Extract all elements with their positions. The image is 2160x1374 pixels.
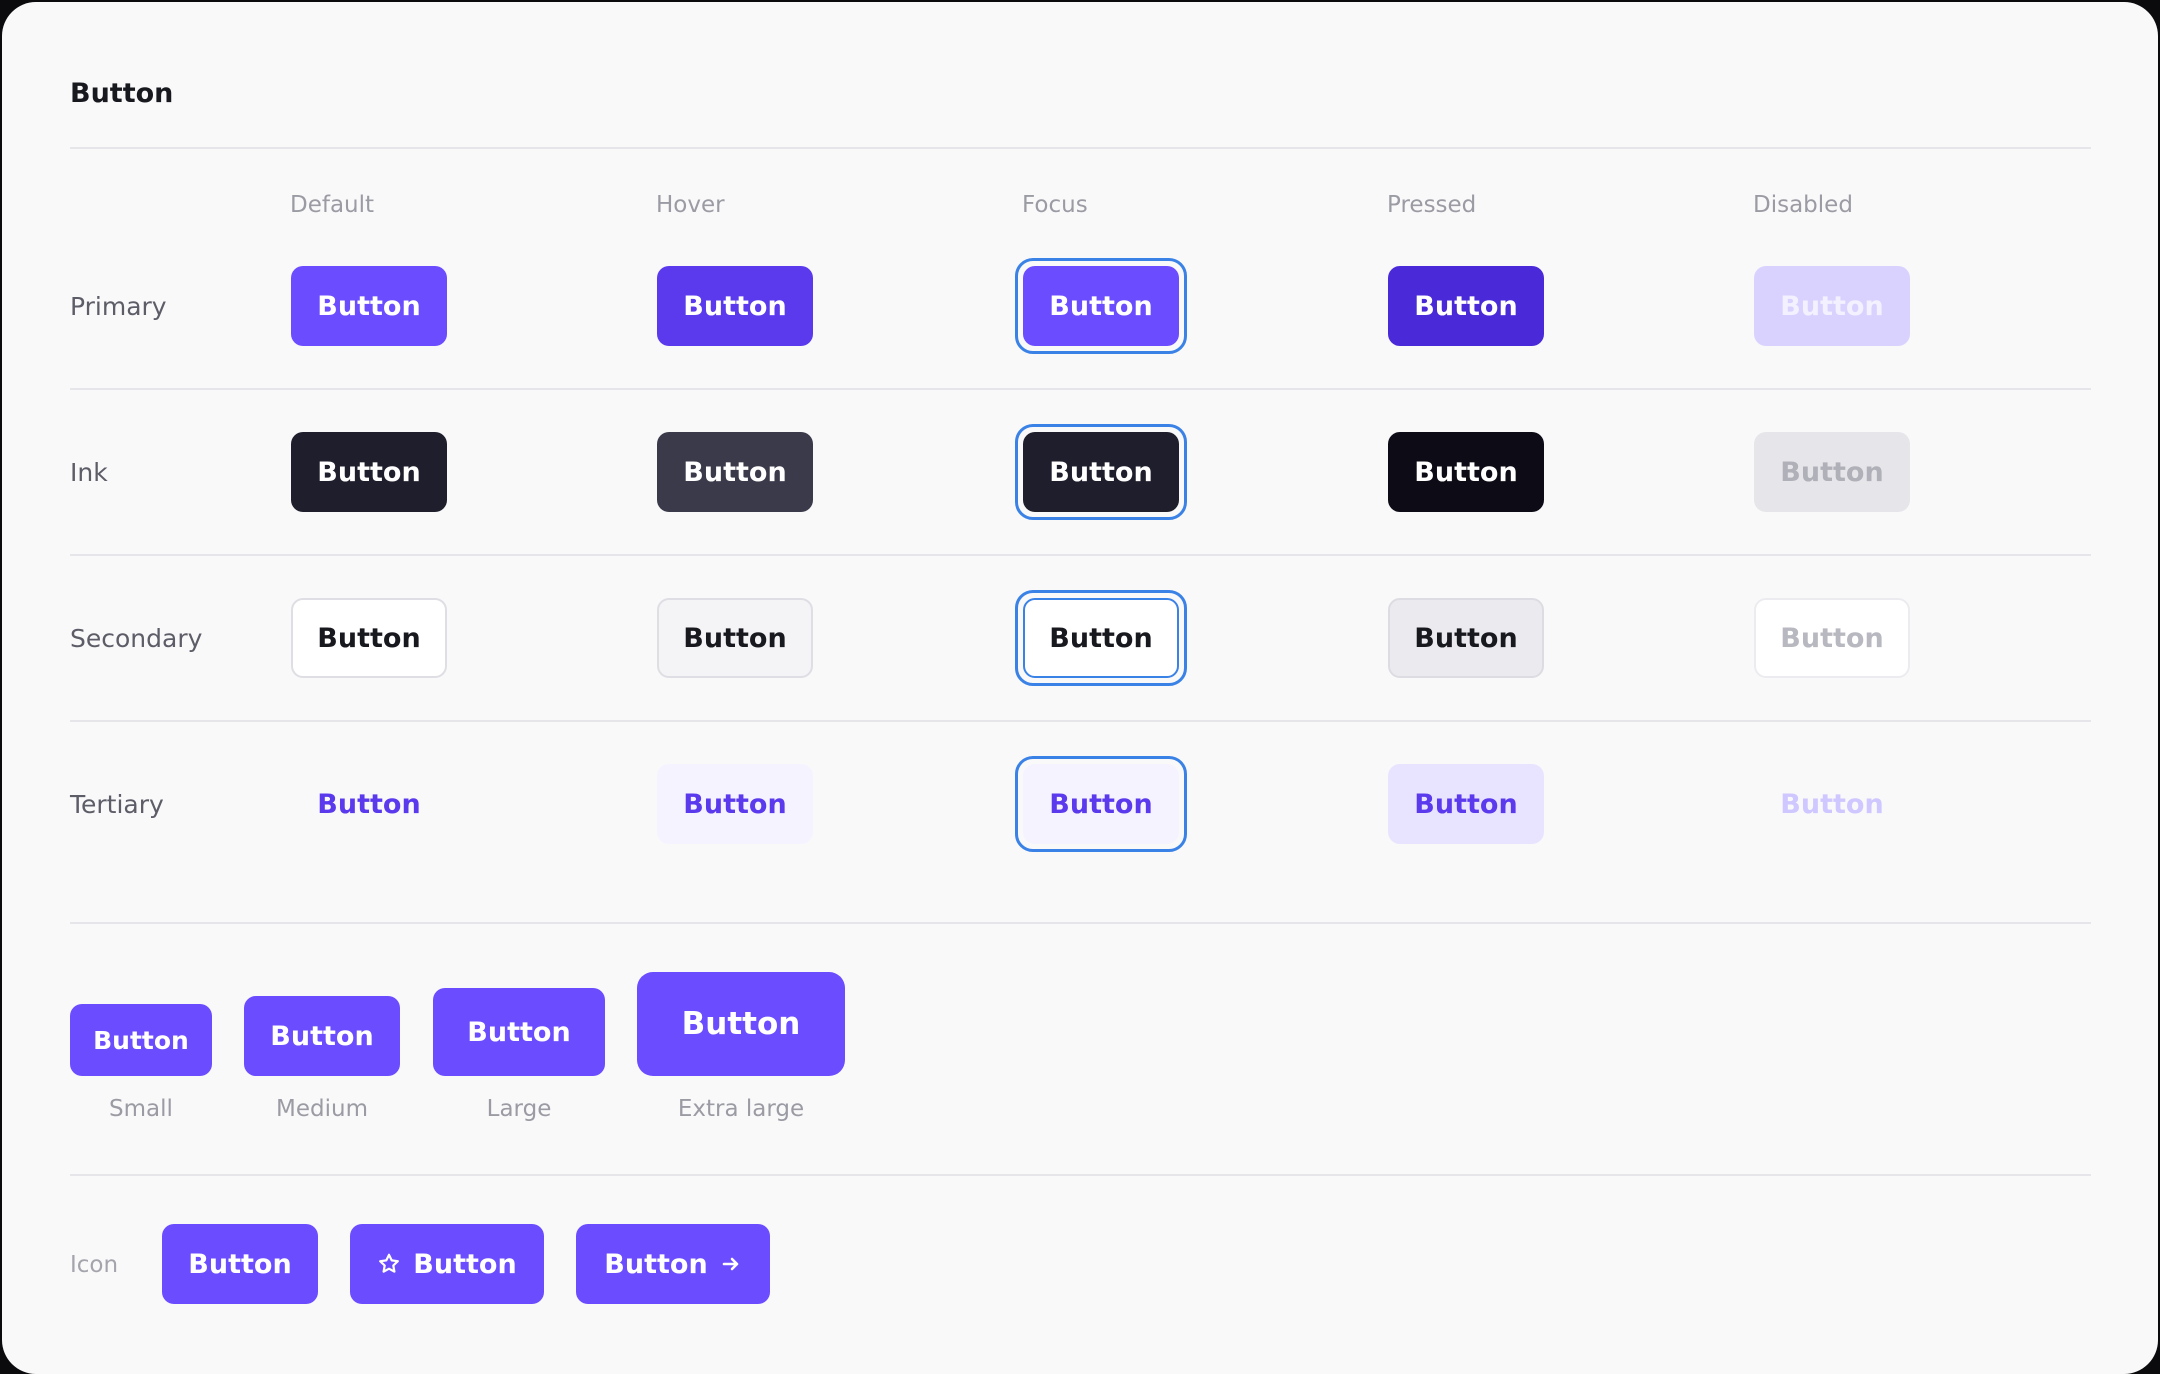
tertiary-button-default[interactable]: Button — [291, 764, 447, 844]
button-trailing-icon[interactable]: Button — [576, 1224, 770, 1304]
divider — [70, 147, 2091, 149]
button-extra-large[interactable]: Button — [637, 972, 845, 1076]
divider — [70, 1174, 2091, 1176]
button-spec-panel: Button Default Hover Focus Pressed Disab… — [2, 2, 2158, 1374]
arrow-right-icon — [720, 1253, 742, 1275]
row-label-secondary: Secondary — [70, 624, 203, 653]
column-header-hover: Hover — [656, 192, 725, 218]
row-label-primary: Primary — [70, 292, 167, 321]
star-icon — [377, 1252, 401, 1276]
primary-button-focus[interactable]: Button — [1023, 266, 1179, 346]
column-header-default: Default — [290, 192, 375, 218]
primary-button-disabled: Button — [1754, 266, 1910, 346]
row-label-icon: Icon — [70, 1252, 119, 1278]
ink-button-disabled: Button — [1754, 432, 1910, 512]
ink-button-focus[interactable]: Button — [1023, 432, 1179, 512]
divider — [70, 720, 2091, 722]
divider — [70, 554, 2091, 556]
size-label-medium: Medium — [276, 1096, 368, 1122]
row-label-ink: Ink — [70, 458, 108, 487]
button-small[interactable]: Button — [70, 1004, 212, 1076]
secondary-button-default[interactable]: Button — [291, 598, 447, 678]
button-label: Button — [413, 1248, 517, 1280]
primary-button-hover[interactable]: Button — [657, 266, 813, 346]
primary-button-default[interactable]: Button — [291, 266, 447, 346]
secondary-button-disabled: Button — [1754, 598, 1910, 678]
ink-button-pressed[interactable]: Button — [1388, 432, 1544, 512]
secondary-button-focus[interactable]: Button — [1023, 598, 1179, 678]
column-header-disabled: Disabled — [1753, 192, 1853, 218]
divider — [70, 922, 2091, 924]
tertiary-button-pressed[interactable]: Button — [1388, 764, 1544, 844]
button-no-icon[interactable]: Button — [162, 1224, 318, 1304]
secondary-button-hover[interactable]: Button — [657, 598, 813, 678]
page-title: Button — [70, 78, 174, 109]
column-header-focus: Focus — [1022, 192, 1088, 218]
tertiary-button-disabled: Button — [1780, 788, 1884, 820]
button-label: Button — [604, 1248, 708, 1280]
tertiary-button-hover[interactable]: Button — [657, 764, 813, 844]
column-header-pressed: Pressed — [1387, 192, 1477, 218]
divider — [70, 388, 2091, 390]
button-medium[interactable]: Button — [244, 996, 400, 1076]
button-label: Button — [188, 1248, 292, 1280]
primary-button-pressed[interactable]: Button — [1388, 266, 1544, 346]
tertiary-button-focus[interactable]: Button — [1023, 764, 1179, 844]
button-leading-icon[interactable]: Button — [350, 1224, 544, 1304]
size-label-small: Small — [109, 1096, 173, 1122]
size-label-large: Large — [486, 1096, 552, 1122]
secondary-button-pressed[interactable]: Button — [1388, 598, 1544, 678]
button-large[interactable]: Button — [433, 988, 605, 1076]
ink-button-default[interactable]: Button — [291, 432, 447, 512]
ink-button-hover[interactable]: Button — [657, 432, 813, 512]
size-label-extra-large: Extra large — [677, 1096, 805, 1122]
row-label-tertiary: Tertiary — [70, 790, 164, 819]
